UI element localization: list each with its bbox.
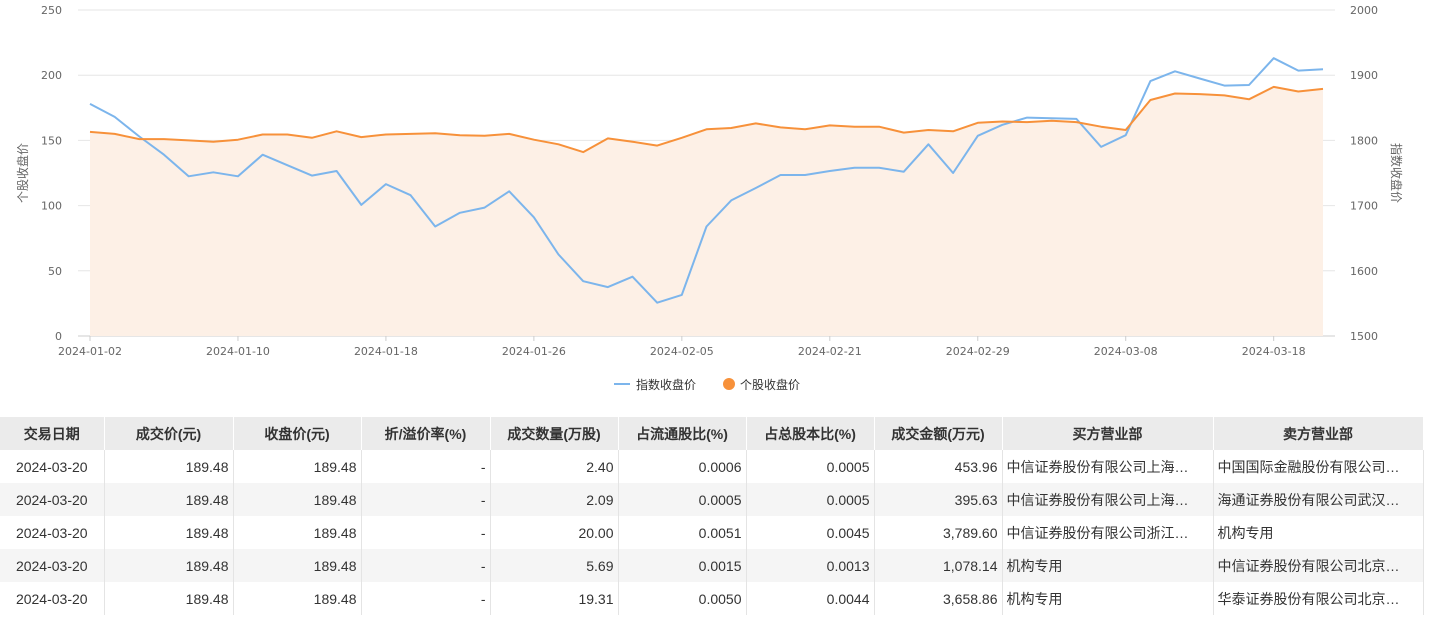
x-tick-label: 2024-03-08 [1094, 345, 1158, 358]
table-row: 2024-03-20 189.48 189.48 - 20.00 0.0051 … [0, 516, 1424, 549]
cell-trade-date: 2024-03-20 [0, 549, 105, 582]
cell-trade-date: 2024-03-20 [0, 450, 105, 483]
table-row: 2024-03-20 189.48 189.48 - 5.69 0.0015 0… [0, 549, 1424, 582]
x-tick-label: 2024-03-18 [1242, 345, 1306, 358]
cell-buyer[interactable]: 中信证券股份有限公司上海… [1002, 483, 1214, 516]
col-close-price[interactable]: 收盘价(元) [233, 417, 362, 450]
cell-close-price: 189.48 [233, 483, 362, 516]
cell-trade-price: 189.48 [104, 582, 234, 615]
col-amount[interactable]: 成交金额(万元) [874, 417, 1003, 450]
cell-total-ratio: 0.0005 [746, 483, 875, 516]
col-volume[interactable]: 成交数量(万股) [490, 417, 619, 450]
cell-total-ratio: 0.0045 [746, 516, 875, 549]
x-tick-label: 2024-02-05 [650, 345, 714, 358]
cell-premium-rate: - [361, 582, 491, 615]
price-chart: 0 50 100 150 200 250 1500 1600 1700 1800 1900 2000 2… [0, 0, 1429, 410]
cell-total-ratio: 0.0005 [746, 450, 875, 483]
legend-stock-label: 个股收盘价 [740, 377, 800, 392]
y-right-tick-label: 1600 [1350, 265, 1378, 278]
table-row: 2024-03-20 189.48 189.48 - 19.31 0.0050 … [0, 582, 1424, 615]
x-tick-label: 2024-01-10 [206, 345, 270, 358]
cell-float-ratio: 0.0006 [618, 450, 747, 483]
y-right-tick-label: 1500 [1350, 330, 1378, 343]
table-row: 2024-03-20 189.48 189.48 - 2.40 0.0006 0… [0, 450, 1424, 483]
x-tick-label: 2024-01-18 [354, 345, 418, 358]
y-right-tick-label: 1800 [1350, 134, 1378, 147]
cell-premium-rate: - [361, 516, 491, 549]
cell-seller[interactable]: 中信证券股份有限公司北京… [1213, 549, 1424, 582]
cell-volume: 19.31 [490, 582, 619, 615]
cell-volume: 20.00 [490, 516, 619, 549]
y-left-tick-label: 200 [41, 69, 62, 82]
cell-close-price: 189.48 [233, 516, 362, 549]
legend-index-label: 指数收盘价 [636, 377, 696, 392]
stock-area-fill [90, 86, 1323, 337]
y-right-tick-label: 1900 [1350, 69, 1378, 82]
cell-close-price: 189.48 [233, 582, 362, 615]
cell-amount: 1,078.14 [874, 549, 1003, 582]
cell-seller[interactable]: 中国国际金融股份有限公司… [1213, 450, 1424, 483]
cell-trade-date: 2024-03-20 [0, 516, 105, 549]
cell-amount: 3,789.60 [874, 516, 1003, 549]
cell-trade-price: 189.48 [104, 549, 234, 582]
y-left-tick-label: 100 [41, 200, 62, 213]
cell-buyer[interactable]: 中信证券股份有限公司上海… [1002, 450, 1214, 483]
cell-seller[interactable]: 机构专用 [1213, 516, 1424, 549]
col-premium-rate[interactable]: 折/溢价率(%) [361, 417, 491, 450]
price-chart-svg: 0 50 100 150 200 250 1500 1600 1700 1800 1900 2000 2… [15, 4, 1404, 392]
table-row: 2024-03-20 189.48 189.48 - 2.09 0.0005 0… [0, 483, 1424, 516]
block-trades-table: 交易日期 成交价(元) 收盘价(元) 折/溢价率(%) 成交数量(万股) 占流通… [0, 417, 1424, 615]
y-left-axis-title: 个股收盘价 [15, 143, 30, 203]
col-total-ratio[interactable]: 占总股本比(%) [746, 417, 875, 450]
table-header-row: 交易日期 成交价(元) 收盘价(元) 折/溢价率(%) 成交数量(万股) 占流通… [0, 417, 1424, 450]
cell-volume: 2.09 [490, 483, 619, 516]
cell-float-ratio: 0.0015 [618, 549, 747, 582]
cell-premium-rate: - [361, 483, 491, 516]
cell-premium-rate: - [361, 450, 491, 483]
cell-volume: 2.40 [490, 450, 619, 483]
y-right-tick-label: 1700 [1350, 200, 1378, 213]
cell-amount: 3,658.86 [874, 582, 1003, 615]
y-right-axis-title: 指数收盘价 [1389, 143, 1404, 203]
cell-trade-price: 189.48 [104, 516, 234, 549]
cell-float-ratio: 0.0050 [618, 582, 747, 615]
cell-amount: 453.96 [874, 450, 1003, 483]
cell-float-ratio: 0.0051 [618, 516, 747, 549]
cell-amount: 395.63 [874, 483, 1003, 516]
y-left-tick-label: 0 [55, 330, 62, 343]
cell-seller[interactable]: 华泰证券股份有限公司北京… [1213, 582, 1424, 615]
cell-trade-date: 2024-03-20 [0, 483, 105, 516]
col-float-ratio[interactable]: 占流通股比(%) [618, 417, 747, 450]
col-buyer[interactable]: 买方营业部 [1002, 417, 1214, 450]
y-left-tick-label: 250 [41, 4, 62, 17]
col-trade-price[interactable]: 成交价(元) [104, 417, 234, 450]
cell-buyer[interactable]: 中信证券股份有限公司浙江… [1002, 516, 1214, 549]
cell-seller[interactable]: 海通证券股份有限公司武汉… [1213, 483, 1424, 516]
cell-buyer[interactable]: 机构专用 [1002, 582, 1214, 615]
cell-close-price: 189.48 [233, 549, 362, 582]
y-left-tick-label: 150 [41, 134, 62, 147]
y-left-tick-label: 50 [48, 265, 62, 278]
cell-trade-price: 189.48 [104, 450, 234, 483]
cell-trade-price: 189.48 [104, 483, 234, 516]
legend-stock-swatch [723, 378, 735, 390]
cell-trade-date: 2024-03-20 [0, 582, 105, 615]
x-tick-label: 2024-02-29 [946, 345, 1010, 358]
cell-float-ratio: 0.0005 [618, 483, 747, 516]
cell-total-ratio: 0.0044 [746, 582, 875, 615]
cell-close-price: 189.48 [233, 450, 362, 483]
col-seller[interactable]: 卖方营业部 [1213, 417, 1424, 450]
y-right-tick-label: 2000 [1350, 4, 1378, 17]
col-trade-date[interactable]: 交易日期 [0, 417, 105, 450]
cell-buyer[interactable]: 机构专用 [1002, 549, 1214, 582]
cell-premium-rate: - [361, 549, 491, 582]
cell-volume: 5.69 [490, 549, 619, 582]
cell-total-ratio: 0.0013 [746, 549, 875, 582]
x-tick-label: 2024-01-02 [58, 345, 122, 358]
x-tick-label: 2024-01-26 [502, 345, 566, 358]
x-tick-label: 2024-02-21 [798, 345, 862, 358]
